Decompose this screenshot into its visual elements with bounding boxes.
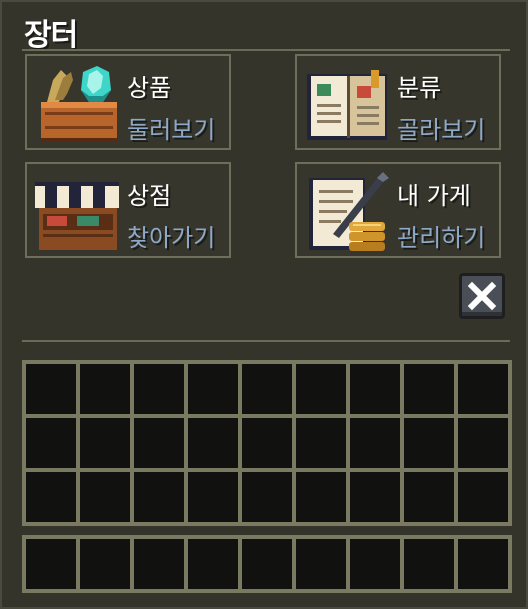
inventory-slot[interactable]: [456, 416, 510, 470]
inventory-slot[interactable]: [186, 470, 240, 524]
close-icon: [467, 281, 497, 311]
hotbar-slot[interactable]: [186, 537, 240, 591]
menu-sublabel: 찾아가기: [127, 224, 216, 252]
hotbar-slot[interactable]: [132, 537, 186, 591]
inventory-slot[interactable]: [132, 362, 186, 416]
inventory-slot[interactable]: [78, 362, 132, 416]
menu-label: 분류: [397, 74, 442, 102]
hotbar-slot[interactable]: [78, 537, 132, 591]
close-button[interactable]: [459, 273, 505, 319]
market-window: 장터 상품 둘러보기 분류 골라보기 상점 찾아가기 내 가게 관리하기: [0, 0, 528, 609]
menu-sublabel: 둘러보기: [127, 116, 216, 144]
inventory-slot[interactable]: [402, 416, 456, 470]
hotbar-slot[interactable]: [240, 537, 294, 591]
menu-sublabel: 골라보기: [397, 116, 486, 144]
inventory-slot[interactable]: [456, 362, 510, 416]
window-title: 장터: [24, 18, 78, 53]
find-shop-button[interactable]: 상점 찾아가기: [25, 162, 231, 258]
inventory-slot[interactable]: [24, 470, 78, 524]
market-stall-icon: [35, 182, 119, 250]
open-book-icon: [307, 70, 387, 140]
inventory-slot[interactable]: [456, 470, 510, 524]
inventory-slot[interactable]: [294, 470, 348, 524]
inventory-slot[interactable]: [78, 470, 132, 524]
inventory-slot[interactable]: [294, 416, 348, 470]
browse-products-button[interactable]: 상품 둘러보기: [25, 54, 231, 150]
hotbar-slot[interactable]: [402, 537, 456, 591]
menu-label: 상점: [127, 182, 172, 210]
ledger-coins-icon: [309, 172, 389, 251]
inventory-slot[interactable]: [132, 470, 186, 524]
menu-label: 상품: [127, 74, 172, 102]
inventory-slot[interactable]: [402, 362, 456, 416]
inventory-slot[interactable]: [402, 470, 456, 524]
hotbar-slot[interactable]: [24, 537, 78, 591]
inventory-slot[interactable]: [348, 470, 402, 524]
menu-sublabel: 관리하기: [397, 224, 486, 252]
inventory-slot[interactable]: [132, 416, 186, 470]
inventory-slot[interactable]: [348, 416, 402, 470]
inventory-slot[interactable]: [240, 416, 294, 470]
menu-label: 내 가게: [397, 182, 471, 210]
inventory-divider: [22, 340, 510, 342]
inventory-slot[interactable]: [186, 416, 240, 470]
hotbar-slot[interactable]: [456, 537, 510, 591]
hotbar-grid: [22, 535, 512, 593]
inventory-slot[interactable]: [348, 362, 402, 416]
title-divider: [22, 49, 510, 51]
diamond-crate-icon: [41, 66, 117, 141]
manage-my-shop-button[interactable]: 내 가게 관리하기: [295, 162, 501, 258]
inventory-slot[interactable]: [78, 416, 132, 470]
inventory-slot[interactable]: [294, 362, 348, 416]
browse-categories-button[interactable]: 분류 골라보기: [295, 54, 501, 150]
hotbar-slot[interactable]: [348, 537, 402, 591]
inventory-slot[interactable]: [24, 416, 78, 470]
inventory-slot[interactable]: [240, 470, 294, 524]
hotbar-slot[interactable]: [294, 537, 348, 591]
inventory-slot[interactable]: [186, 362, 240, 416]
inventory-slot[interactable]: [24, 362, 78, 416]
inventory-slot[interactable]: [240, 362, 294, 416]
inventory-grid: [22, 360, 512, 526]
